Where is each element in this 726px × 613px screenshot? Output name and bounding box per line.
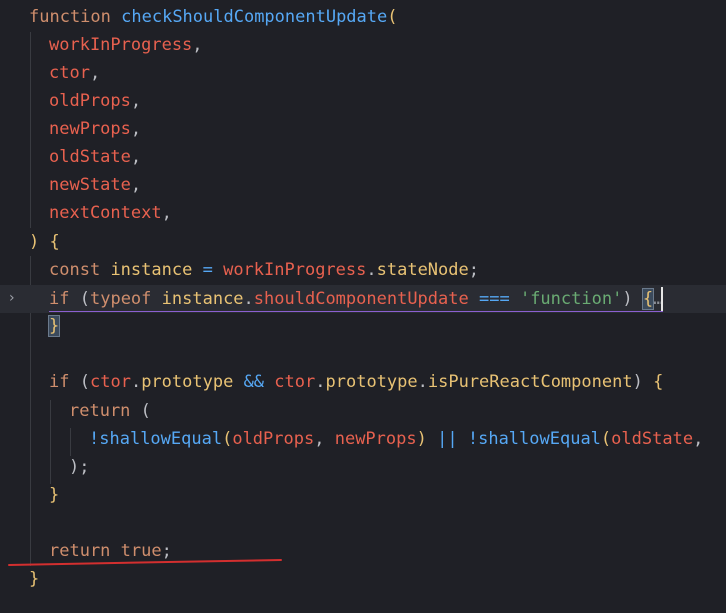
punctuation: ) [632,372,643,392]
property: prototype [141,372,234,392]
parameter: oldProps [232,429,315,449]
indent-guide [50,400,51,484]
punctuation: . [243,289,254,309]
parameter: ctor [89,372,131,392]
code-line[interactable]: workInProgress, [0,31,203,59]
parameter: oldProps [49,91,131,111]
punctuation: } [49,485,60,505]
code-line[interactable]: !shallowEqual(oldProps, newProps) || !sh… [0,425,703,453]
punctuation: ) [416,429,427,449]
operator: = [202,260,213,280]
red-underline-annotation [8,559,282,566]
punctuation: . [366,260,377,280]
variable: instance [110,260,193,280]
operator: || [437,429,458,449]
operator: === [478,289,510,309]
code-line[interactable]: nextContext, [0,199,172,227]
property: prototype [325,372,418,392]
code-line[interactable]: if (ctor.prototype && ctor.prototype.isP… [0,368,663,396]
punctuation: , [693,429,704,449]
parameter: newProps [49,119,131,139]
code-line[interactable]: } [0,565,41,593]
punctuation: , [161,203,172,223]
parameter: workInProgress [49,35,193,55]
parameter: oldState [611,429,694,449]
keyword: if [49,372,70,392]
punctuation: , [130,119,142,139]
punctuation: , [89,63,101,83]
code-editor[interactable]: › function checkShouldComponentUpdate( w… [0,0,726,613]
parameter: newProps [334,429,417,449]
property: stateNode [376,260,469,280]
function-call: shallowEqual [99,429,223,449]
punctuation: ( [387,7,398,27]
parameter: ctor [274,372,316,392]
code-line[interactable]: ); [0,453,89,481]
punctuation: ( [140,401,151,421]
punctuation: ( [600,429,612,449]
punctuation: , [130,147,142,167]
operator: && [243,372,265,392]
punctuation: ( [79,372,90,392]
text-cursor [661,287,663,311]
operator: ! [467,429,479,449]
punctuation: } [29,569,40,589]
code-line[interactable]: oldState, [0,143,141,171]
code-line[interactable]: newState, [0,171,141,199]
property: shouldComponentUpdate [253,289,469,309]
punctuation: ; [468,260,479,280]
punctuation: ) { [29,232,60,252]
punctuation: ) [622,289,633,309]
scope-underline [49,311,663,312]
matched-brace: { [641,288,655,310]
code-line[interactable]: } [0,312,61,340]
keyword: function [29,7,111,27]
punctuation: ( [222,429,233,449]
keyword: return [69,401,131,421]
punctuation: { [653,372,664,392]
property: isPureReactComponent [427,372,633,392]
variable: instance [161,289,244,309]
code-line[interactable]: return ( [0,397,151,425]
punctuation: . [417,372,428,392]
punctuation: , [130,175,142,195]
function-name: checkShouldComponentUpdate [121,7,388,27]
code-line[interactable]: function checkShouldComponentUpdate( [0,3,398,31]
parameter: oldState [49,147,131,167]
parameter: workInProgress [223,260,367,280]
code-line[interactable]: oldProps, [0,87,141,115]
code-line-current[interactable]: if (typeof instance.shouldComponentUpdat… [0,285,663,313]
operator: ! [89,429,100,449]
code-line[interactable]: ) { [0,228,60,256]
code-line[interactable]: ctor, [0,59,100,87]
matched-brace: } [47,315,61,337]
punctuation: , [314,429,325,449]
code-line[interactable]: const instance = workInProgress.stateNod… [0,256,479,284]
code-line[interactable]: newProps, [0,115,141,143]
punctuation: . [130,372,142,392]
punctuation: , [130,91,142,111]
parameter: newState [49,175,131,195]
punctuation: ( [79,289,90,309]
string-literal: 'function' [519,289,623,309]
punctuation: ); [69,457,90,477]
parameter: ctor [49,63,90,83]
punctuation: , [192,35,203,55]
punctuation: . [315,372,326,392]
indent-guide [70,428,71,456]
keyword: if [49,289,70,309]
code-line[interactable]: } [0,481,59,509]
function-call: shallowEqual [478,429,601,449]
parameter: nextContext [49,203,162,223]
keyword: typeof [89,289,152,309]
keyword: const [49,260,101,280]
